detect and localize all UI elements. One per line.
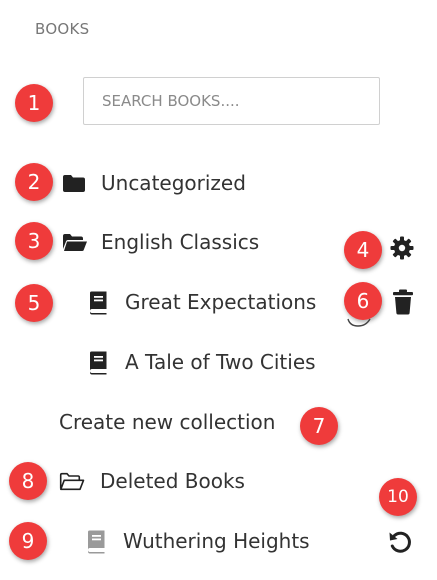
folder-open-icon: [62, 232, 88, 252]
tree-item-great-expectations[interactable]: Great Expectations: [88, 290, 328, 318]
book-label-tale-of-two-cities: A Tale of Two Cities: [125, 350, 316, 374]
undo-icon[interactable]: [387, 529, 413, 555]
marker-4: 4: [344, 231, 382, 269]
marker-10: 10: [379, 478, 417, 516]
collection-label-uncategorized: Uncategorized: [101, 171, 246, 195]
book-label-wuthering-heights: Wuthering Heights: [123, 529, 310, 553]
marker-3: 3: [15, 222, 53, 260]
marker-1: 1: [15, 84, 53, 122]
cursor-icon: [347, 318, 371, 327]
tree-item-wuthering-heights[interactable]: Wuthering Heights: [86, 529, 336, 557]
book-icon: [86, 530, 106, 554]
marker-7: 7: [300, 407, 338, 445]
collection-label-deleted-books: Deleted Books: [100, 469, 245, 493]
book-icon: [88, 291, 108, 315]
tree-item-deleted-books[interactable]: Deleted Books: [59, 469, 289, 497]
trash-icon[interactable]: [392, 289, 414, 315]
book-label-great-expectations: Great Expectations: [125, 290, 317, 314]
create-collection-button[interactable]: Create new collection: [59, 410, 275, 434]
section-title: BOOKS: [35, 20, 90, 38]
folder-closed-icon: [62, 173, 86, 193]
search-input[interactable]: [83, 77, 380, 125]
marker-9: 9: [9, 522, 47, 560]
collection-label-english-classics: English Classics: [101, 230, 260, 254]
tree-item-english-classics[interactable]: English Classics: [62, 230, 292, 258]
marker-6: 6: [344, 282, 382, 320]
marker-5: 5: [15, 284, 53, 322]
tree-item-uncategorized[interactable]: Uncategorized: [62, 171, 292, 199]
gear-icon[interactable]: [389, 235, 415, 261]
tree-item-tale-of-two-cities[interactable]: A Tale of Two Cities: [88, 350, 338, 378]
marker-8: 8: [9, 462, 47, 500]
marker-2: 2: [15, 163, 53, 201]
book-icon: [88, 351, 108, 375]
folder-open-icon: [59, 471, 85, 491]
